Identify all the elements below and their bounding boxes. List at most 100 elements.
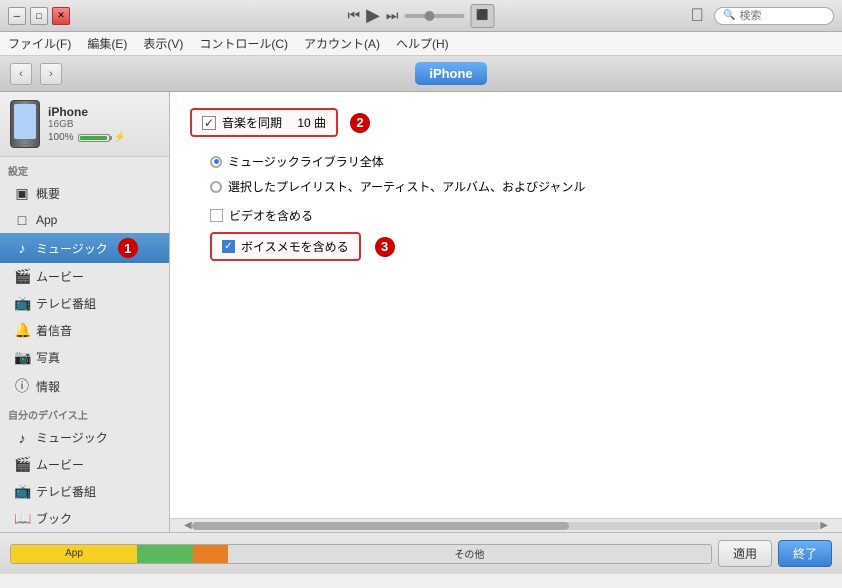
device-tv-icon: 📺 <box>14 483 30 500</box>
sidebar-item-info[interactable]: ⓘ 情報 <box>0 371 169 401</box>
ringtone-icon: 🔔 <box>14 322 30 339</box>
sidebar-item-device-movies-label: ムービー <box>36 456 84 473</box>
device-meta: iPhone 16GB 100% ⚡ <box>48 105 159 143</box>
menubar: ファイル(F) 編集(E) 表示(V) コントロール(C) アカウント(A) ヘ… <box>0 32 842 56</box>
sidebar-item-device-book-label: ブック <box>36 510 72 527</box>
battery-tip <box>109 136 112 140</box>
device-movies-icon: 🎬 <box>14 456 30 473</box>
storage-seg-green <box>137 545 193 563</box>
storage-app-label: App <box>65 548 83 559</box>
toolbar: ‹ › iPhone <box>0 56 842 92</box>
menu-edit[interactable]: 編集(E) <box>87 35 127 52</box>
photo-icon: 📷 <box>14 349 30 366</box>
search-box[interactable]: 🔍 <box>714 7 834 25</box>
sync-music-checkbox[interactable]: ✓ <box>202 116 216 130</box>
sidebar-item-music-label: ミュージック <box>36 240 108 257</box>
storage-bar: App その他 <box>10 544 712 564</box>
menu-help[interactable]: ヘルプ(H) <box>396 35 449 52</box>
apple-logo-icon:  <box>691 5 705 26</box>
radio-group: ミュージックライブラリ全体 選択したプレイリスト、アーティスト、アルバム、および… <box>190 153 822 195</box>
storage-seg-app: App <box>11 545 137 563</box>
voice-memo-label[interactable]: ✓ ボイスメモを含める <box>210 232 361 261</box>
airplay-btn[interactable]: ⬛ <box>471 4 495 28</box>
sidebar-item-summary[interactable]: ▣ 概要 <box>0 180 169 207</box>
radio-row-library[interactable]: ミュージックライブラリ全体 <box>210 153 822 170</box>
checkbox-group: ビデオを含める ✓ ボイスメモを含める 3 <box>190 207 822 261</box>
sidebar-item-info-label: 情報 <box>36 378 60 395</box>
music-icon: ♪ <box>14 240 30 256</box>
settings-section-label: 設定 <box>0 157 169 180</box>
nav-back-btn[interactable]: ‹ <box>10 63 32 85</box>
volume-slider[interactable] <box>405 14 465 18</box>
sidebar-item-app-label: App <box>36 213 57 227</box>
scrollbar-track[interactable] <box>192 522 821 530</box>
device-info: iPhone 16GB 100% ⚡ <box>0 92 169 157</box>
scrollbar-thumb[interactable] <box>192 522 569 530</box>
nav-forward-btn[interactable]: › <box>40 63 62 85</box>
content-inner: ✓ 音楽を同期 10 曲 2 ミュージックライブラリ全体 選択したプレイリスト、… <box>170 92 842 518</box>
sidebar-item-device-movies[interactable]: 🎬 ムービー <box>0 451 169 478</box>
app-icon: □ <box>14 212 30 228</box>
checkbox-row-video[interactable]: ビデオを含める <box>210 207 822 224</box>
sidebar-item-music[interactable]: ♪ ミュージック 1 <box>0 233 169 263</box>
search-input[interactable] <box>739 10 829 22</box>
annotation-3: 3 <box>375 237 395 257</box>
main-layout: iPhone 16GB 100% ⚡ 設定 ▣ 概要 □ App <box>0 92 842 532</box>
storage-seg-other: その他 <box>228 545 711 563</box>
rewind-btn[interactable]: ⏮ <box>347 7 360 24</box>
menu-account[interactable]: アカウント(A) <box>304 35 380 52</box>
minimize-btn[interactable]: ─ <box>8 7 26 25</box>
sidebar-item-ringtone-label: 着信音 <box>36 322 72 339</box>
storage-seg-orange <box>193 545 228 563</box>
sidebar-item-ringtone[interactable]: 🔔 着信音 <box>0 317 169 344</box>
sidebar-item-device-tv[interactable]: 📺 テレビ番組 <box>0 478 169 505</box>
radio-library[interactable] <box>210 156 222 168</box>
summary-icon: ▣ <box>14 185 30 202</box>
scroll-right-arrow[interactable]: ▶ <box>820 520 828 531</box>
search-icon: 🔍 <box>723 10 735 21</box>
restore-btn[interactable]: □ <box>30 7 48 25</box>
checkbox-row-voice[interactable]: ✓ ボイスメモを含める 3 <box>210 232 822 261</box>
sync-row: ✓ 音楽を同期 10 曲 2 <box>190 108 822 137</box>
scroll-left-arrow[interactable]: ◀ <box>184 520 192 531</box>
menu-control[interactable]: コントロール(C) <box>199 35 288 52</box>
battery-percent: 100% <box>48 132 74 143</box>
sidebar-item-movies[interactable]: 🎬 ムービー <box>0 263 169 290</box>
apply-btn[interactable]: 適用 <box>718 540 772 567</box>
sidebar-item-movies-label: ムービー <box>36 268 84 285</box>
annotation-2: 2 <box>350 113 370 133</box>
finish-btn[interactable]: 終了 <box>778 540 832 567</box>
battery-row: 100% ⚡ <box>48 132 159 143</box>
sidebar-item-device-tv-label: テレビ番組 <box>36 483 96 500</box>
device-name: iPhone <box>48 105 159 119</box>
fastforward-btn[interactable]: ⏭ <box>386 7 399 24</box>
checkbox-video[interactable] <box>210 209 223 222</box>
close-btn[interactable]: ✕ <box>52 7 70 25</box>
checkbox-voice[interactable]: ✓ <box>222 240 235 253</box>
sync-music-text: 音楽を同期 <box>222 114 282 131</box>
radio-row-selected[interactable]: 選択したプレイリスト、アーティスト、アルバム、およびジャンル <box>210 178 822 195</box>
menu-file[interactable]: ファイル(F) <box>8 35 71 52</box>
play-btn[interactable]: ▶ <box>366 5 380 26</box>
menu-view[interactable]: 表示(V) <box>143 35 183 52</box>
device-icon <box>10 100 40 148</box>
sidebar-item-photo[interactable]: 📷 写真 <box>0 344 169 371</box>
horizontal-scrollbar[interactable]: ◀ ▶ <box>170 518 842 532</box>
sync-music-label[interactable]: ✓ 音楽を同期 10 曲 <box>190 108 338 137</box>
device-music-icon: ♪ <box>14 430 30 446</box>
sidebar-item-tv[interactable]: 📺 テレビ番組 <box>0 290 169 317</box>
radio-selected-label: 選択したプレイリスト、アーティスト、アルバム、およびジャンル <box>228 178 585 195</box>
radio-library-label: ミュージックライブラリ全体 <box>228 153 384 170</box>
battery-fill <box>80 136 107 140</box>
sidebar-item-device-book[interactable]: 📖 ブック <box>0 505 169 532</box>
sidebar-item-device-music-label: ミュージック <box>36 429 108 446</box>
sidebar-item-device-music[interactable]: ♪ ミュージック <box>0 424 169 451</box>
checkbox-video-label: ビデオを含める <box>229 207 313 224</box>
bottom-bar: App その他 適用 終了 <box>0 532 842 574</box>
radio-selected[interactable] <box>210 181 222 193</box>
sidebar-item-app[interactable]: □ App <box>0 207 169 233</box>
movies-icon: 🎬 <box>14 268 30 285</box>
sidebar-item-tv-label: テレビ番組 <box>36 295 96 312</box>
iphone-badge: iPhone <box>415 62 486 85</box>
window-controls[interactable]: ─ □ ✕ <box>8 7 70 25</box>
